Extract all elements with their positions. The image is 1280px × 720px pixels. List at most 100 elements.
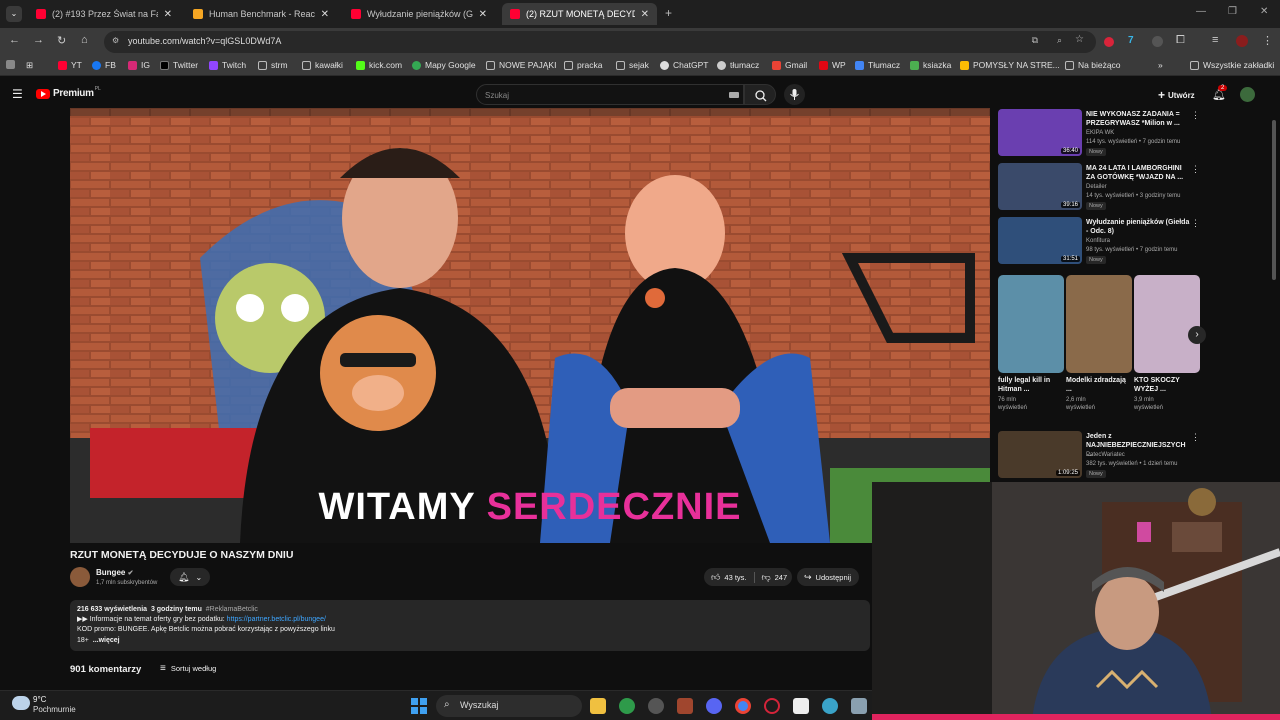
account-avatar[interactable] xyxy=(1240,87,1255,102)
all-bookmarks[interactable]: Wszystkie zakładki xyxy=(1190,60,1274,70)
taskbar-app-icon[interactable] xyxy=(822,698,838,714)
taskbar-app-icon[interactable] xyxy=(648,698,664,714)
sort-comments-button[interactable]: ≡ Sortuj według xyxy=(160,663,216,674)
reload-icon[interactable]: ↻ xyxy=(57,34,66,47)
discord-icon[interactable] xyxy=(706,698,722,714)
bookmark-folder-sejak[interactable]: sejak xyxy=(616,60,649,70)
apps-icon[interactable] xyxy=(6,60,19,69)
short-video[interactable]: KTO SKOCZY WYŻEJ ... 3,9 mln wyświetleń xyxy=(1134,275,1200,412)
tab-3[interactable]: Wyłudzanie pieniążków (Giełda✕ xyxy=(343,3,495,25)
bookmark-pomysly[interactable]: POMYSŁY NA STRE... xyxy=(960,60,1060,70)
recommended-video[interactable]: 39:16 MA 24 LATA I LAMBORGHINI ZA GOTÓWK… xyxy=(998,163,1200,213)
recommended-video[interactable]: 31:51 Wyłudzanie pieniążków (Giełda - Od… xyxy=(998,217,1200,267)
dislike-button[interactable]: 👎︎ 247 xyxy=(762,572,788,583)
video-description[interactable]: 216 633 wyświetlenia 3 godziny temu #Rek… xyxy=(70,600,870,651)
extension-record-icon[interactable] xyxy=(1104,37,1114,47)
back-icon[interactable]: ← xyxy=(9,34,20,46)
zoom-icon[interactable]: ⌕ xyxy=(1057,35,1062,46)
calculator-icon[interactable] xyxy=(851,698,867,714)
new-tab-button[interactable]: + xyxy=(665,6,672,20)
bookmark-folder-na-biezaco[interactable]: Na bieżąco xyxy=(1065,60,1121,70)
recommended-video[interactable]: 36:40 NIE WYKONASZ ZADANIA = PRZEGRYWASZ… xyxy=(998,109,1200,159)
close-tab-icon[interactable]: ✕ xyxy=(321,9,329,20)
keyboard-icon[interactable] xyxy=(729,92,739,98)
opera-gx-icon[interactable] xyxy=(764,698,780,714)
bookmark-twitter[interactable]: Twitter xyxy=(160,60,198,70)
divider xyxy=(753,571,755,583)
maximize-icon[interactable]: ❐ xyxy=(1228,6,1237,17)
bookmark-ksiazka[interactable]: ksiazka xyxy=(910,60,951,70)
channel-avatar[interactable] xyxy=(70,567,90,587)
show-more-link[interactable]: ...więcej xyxy=(93,637,120,644)
minimize-icon[interactable]: — xyxy=(1196,6,1206,17)
search-input[interactable]: Szukaj xyxy=(476,84,744,105)
close-tab-icon[interactable]: ✕ xyxy=(164,9,172,20)
search-button[interactable] xyxy=(744,84,776,105)
windows-start-icon[interactable] xyxy=(411,698,427,714)
tab-1[interactable]: (2) #193 Przez Świat na Fazie - ✕ xyxy=(28,3,180,25)
bookmarks-overflow-icon[interactable]: » xyxy=(1158,60,1163,70)
bookmark-star-icon[interactable]: ☆ xyxy=(1075,34,1084,45)
bookmark-kick[interactable]: kick.com xyxy=(356,60,402,70)
profile-avatar[interactable] xyxy=(1236,35,1248,47)
reading-list-icon[interactable]: ≡ xyxy=(1212,34,1218,46)
url-bar[interactable]: ⚙ youtube.com/watch?v=qlGSL0DWd7A ⧉ ⌕ ☆ xyxy=(104,31,1096,53)
bookmark-tlumacz[interactable]: tłumacz xyxy=(717,60,759,70)
bookmark-folder-strm[interactable]: strm xyxy=(258,60,288,70)
bookmark-translate[interactable]: Tłumacz xyxy=(855,60,900,70)
like-button[interactable]: 👍︎ 43 tys. xyxy=(711,572,747,583)
bookmark-folder-pracka[interactable]: pracka xyxy=(564,60,603,70)
taskbar-app-icon[interactable] xyxy=(793,698,809,714)
taskbar-app-icon[interactable] xyxy=(619,698,635,714)
tab-2[interactable]: Human Benchmark - Reaction T✕ xyxy=(185,3,337,25)
search-icon xyxy=(755,90,767,102)
extension-7tv-icon[interactable]: 7 xyxy=(1128,35,1134,46)
recommended-video[interactable]: 1:09:25 Jeden z NAJNIEBEZPIECZNIEJSZYCH … xyxy=(998,431,1200,481)
close-tab-icon[interactable]: ✕ xyxy=(641,9,649,20)
short-video[interactable]: Modelki zdradzają ... 2,6 mln wyświetleń xyxy=(1066,275,1132,412)
bookmark-yt[interactable]: YT xyxy=(58,60,82,70)
video-player[interactable]: WITAMY SERDECZNIE xyxy=(70,108,990,543)
more-options-icon[interactable]: ⋮ xyxy=(1191,110,1200,121)
bookmark-folder-kawalki[interactable]: kawałki xyxy=(302,60,343,70)
subscribed-button[interactable]: 🔔︎ ⌄ xyxy=(170,568,210,586)
close-window-icon[interactable]: ✕ xyxy=(1260,6,1268,17)
more-options-icon[interactable]: ⋮ xyxy=(1191,164,1200,175)
bookmark-maps[interactable]: Mapy Google xyxy=(412,60,476,70)
extension-icon[interactable] xyxy=(1152,36,1163,47)
tab-4-active[interactable]: (2) RZUT MONETĄ DECYDUJE O✕ xyxy=(502,3,657,25)
close-tab-icon[interactable]: ✕ xyxy=(479,9,487,20)
page-scrollbar[interactable] xyxy=(1272,120,1276,280)
tab-search-icon[interactable]: ⌄ xyxy=(6,6,22,22)
youtube-logo[interactable]: Premium PL xyxy=(36,86,101,99)
betclic-link[interactable]: https://partner.betclic.pl/bungee/ xyxy=(227,616,326,623)
share-button[interactable]: ↪ Udostępnij xyxy=(797,568,859,586)
bookmark-wp[interactable]: WP xyxy=(819,60,846,70)
grid-icon[interactable]: ⊞ xyxy=(26,60,33,71)
browser-menu-icon[interactable]: ⋮ xyxy=(1262,34,1273,47)
bookmark-twitch[interactable]: Twitch xyxy=(209,60,246,70)
extensions-puzzle-icon[interactable]: ⧠ xyxy=(1176,34,1185,47)
bookmark-folder-nowe-pajaki[interactable]: NOWE PAJĄKI xyxy=(486,60,556,70)
weather-cloud-icon[interactable] xyxy=(12,696,30,710)
site-info-icon[interactable]: ⚙ xyxy=(112,36,119,45)
create-button[interactable]: + Utwórz xyxy=(1158,88,1195,102)
bookmark-ig[interactable]: IG xyxy=(128,60,150,70)
chrome-icon[interactable] xyxy=(735,698,751,714)
hamburger-menu-icon[interactable]: ☰ xyxy=(12,87,23,101)
more-options-icon[interactable]: ⋮ xyxy=(1191,432,1200,443)
bookmark-chatgpt[interactable]: ChatGPT xyxy=(660,60,708,70)
short-video[interactable]: fully legal kill in Hitman ... 76 mln wyś… xyxy=(998,275,1064,412)
taskbar-search-input[interactable]: ⌕ Wyszukaj xyxy=(436,695,582,717)
taskbar-app-icon[interactable] xyxy=(677,698,693,714)
channel-name[interactable]: Bungee ✔ xyxy=(96,568,133,577)
bookmark-gmail[interactable]: Gmail xyxy=(772,60,807,70)
shorts-next-arrow-icon[interactable]: › xyxy=(1188,326,1206,344)
voice-search-button[interactable] xyxy=(784,84,805,105)
install-app-icon[interactable]: ⧉ xyxy=(1032,35,1038,46)
more-options-icon[interactable]: ⋮ xyxy=(1191,218,1200,229)
bookmark-fb[interactable]: FB xyxy=(92,60,116,70)
forward-icon[interactable]: → xyxy=(33,34,44,46)
home-icon[interactable]: ⌂ xyxy=(81,34,88,46)
file-explorer-icon[interactable] xyxy=(590,698,606,714)
